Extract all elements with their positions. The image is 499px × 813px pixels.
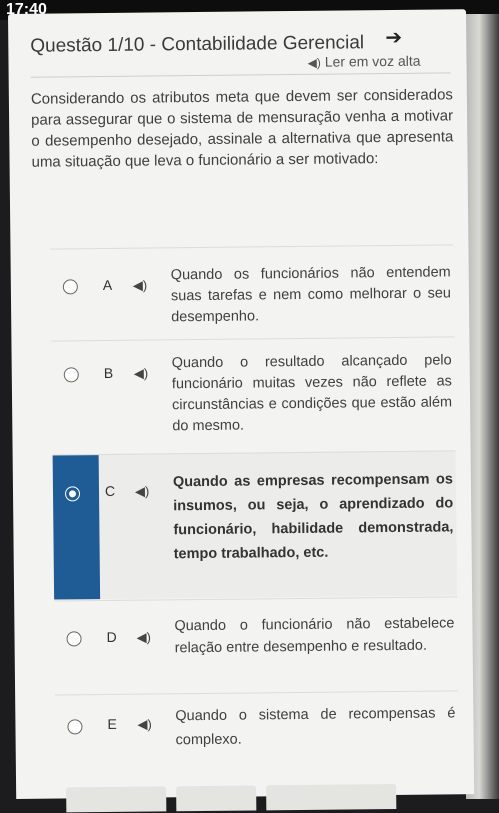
bottom-nav	[56, 783, 436, 813]
option-e-radio[interactable]	[67, 719, 83, 735]
option-e[interactable]: E ◀) Quando o sistema de recompensas é c…	[55, 690, 459, 764]
option-c[interactable]: C ◀) Quando as empresas recompensam os i…	[52, 450, 458, 600]
option-d-text: Quando o funcionário não estabelece rela…	[174, 615, 455, 657]
speaker-icon[interactable]: ◀)	[136, 630, 150, 646]
nav-button[interactable]	[66, 786, 167, 813]
option-b-letter: B	[103, 364, 114, 382]
read-aloud-link[interactable]: ◀) Ler em voz alta	[307, 52, 421, 70]
question-page: Questão 1/10 - Contabilidade Gerencial ➔…	[8, 9, 475, 813]
option-d-letter: D	[106, 628, 117, 646]
option-a-letter: A	[102, 276, 113, 294]
divider	[30, 72, 451, 78]
option-a-text: Quando os funcionários não entendem suas…	[170, 264, 452, 326]
option-a[interactable]: A ◀) Quando os funcionários não entendem…	[50, 244, 455, 342]
option-d[interactable]: D ◀) Quando o funcionário não estabelece…	[54, 596, 459, 694]
speaker-icon[interactable]: ◀)	[134, 366, 148, 382]
nav-button[interactable]	[266, 783, 397, 811]
option-e-letter: E	[107, 715, 117, 732]
option-c-text: Quando as empresas recompensam os insumo…	[172, 471, 454, 563]
option-d-radio[interactable]	[66, 631, 82, 647]
option-b-radio[interactable]	[63, 367, 79, 383]
question-text: Considerando os atributos meta que devem…	[30, 86, 454, 171]
next-arrow-icon[interactable]: ➔	[385, 25, 402, 50]
option-b[interactable]: B ◀) Quando o resultado alcançado pelo f…	[51, 336, 456, 454]
speaker-icon[interactable]: ◀)	[133, 278, 147, 294]
option-e-text: Quando o sistema de recompensas é comple…	[175, 705, 456, 749]
speaker-icon[interactable]: ◀)	[137, 717, 151, 733]
selected-indicator	[52, 455, 101, 600]
option-c-radio[interactable]	[64, 486, 81, 502]
option-c-letter: C	[104, 482, 116, 500]
speaker-icon[interactable]: ◀)	[135, 484, 149, 500]
read-aloud-label: Ler em voz alta	[324, 52, 421, 70]
speaker-icon: ◀)	[307, 55, 321, 70]
nav-button[interactable]	[176, 785, 257, 812]
option-b-text: Quando o resultado alcançado pelo funcio…	[171, 352, 453, 435]
option-a-radio[interactable]	[62, 279, 78, 295]
